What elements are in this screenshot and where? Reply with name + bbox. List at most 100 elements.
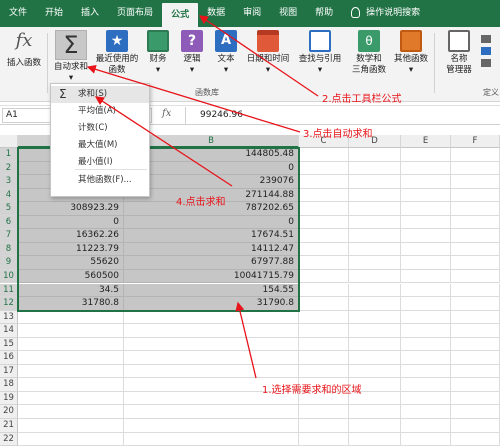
table-cell[interactable] xyxy=(401,188,451,203)
select-all-corner[interactable] xyxy=(0,135,18,148)
table-cell[interactable] xyxy=(349,297,401,311)
table-cell[interactable] xyxy=(124,432,299,446)
table-cell[interactable] xyxy=(349,161,401,176)
row-header[interactable]: 19 xyxy=(0,391,18,406)
row-header[interactable]: 10 xyxy=(0,269,18,284)
table-cell[interactable] xyxy=(299,297,349,311)
table-cell[interactable] xyxy=(451,378,500,392)
table-cell[interactable] xyxy=(299,283,349,298)
menu-item-count[interactable]: 计数(C) xyxy=(51,120,149,137)
table-cell[interactable] xyxy=(401,419,451,433)
more-functions-button[interactable]: 其他函数 ▾ xyxy=(391,30,431,76)
table-cell[interactable] xyxy=(451,297,500,311)
tab-page-layout[interactable]: 页面布局 xyxy=(108,0,162,27)
row-header[interactable]: 21 xyxy=(0,419,18,433)
table-cell[interactable] xyxy=(349,324,401,338)
logical-button[interactable]: ? 逻辑 ▾ xyxy=(177,30,207,76)
table-cell[interactable] xyxy=(451,405,500,419)
table-cell[interactable] xyxy=(299,229,349,243)
table-cell[interactable] xyxy=(451,283,500,298)
tab-formulas[interactable]: 公式 xyxy=(162,3,199,27)
row-header[interactable]: 16 xyxy=(0,351,18,365)
text-button[interactable]: A 文本 ▾ xyxy=(211,30,241,76)
table-cell[interactable] xyxy=(299,269,349,284)
column-header-f[interactable]: F xyxy=(451,135,500,148)
table-cell[interactable] xyxy=(451,256,500,270)
math-trig-button[interactable]: θ 数学和 三角函数 xyxy=(349,30,389,76)
row-header[interactable]: 17 xyxy=(0,364,18,379)
table-cell[interactable] xyxy=(401,324,451,338)
table-cell[interactable] xyxy=(124,324,299,338)
row-header[interactable]: 11 xyxy=(0,283,18,298)
table-cell[interactable] xyxy=(349,351,401,365)
table-cell[interactable] xyxy=(18,337,124,352)
table-cell[interactable] xyxy=(349,202,401,216)
tab-file[interactable]: 文件 xyxy=(0,0,36,27)
row-header[interactable]: 3 xyxy=(0,175,18,189)
tab-view[interactable]: 视图 xyxy=(270,0,306,27)
row-header[interactable]: 4 xyxy=(0,188,18,203)
table-cell[interactable] xyxy=(401,148,451,162)
table-cell[interactable] xyxy=(401,310,451,325)
name-manager-button[interactable]: 名称 管理器 xyxy=(440,30,478,76)
table-cell[interactable] xyxy=(18,419,124,433)
tell-me-search[interactable]: 操作说明搜索 xyxy=(342,0,429,27)
table-cell[interactable] xyxy=(451,229,500,243)
table-cell[interactable] xyxy=(299,175,349,189)
table-cell[interactable] xyxy=(401,215,451,230)
table-cell[interactable] xyxy=(299,310,349,325)
table-cell[interactable] xyxy=(349,364,401,379)
menu-item-max[interactable]: 最大值(M) xyxy=(51,137,149,154)
table-cell[interactable] xyxy=(401,364,451,379)
table-cell[interactable] xyxy=(299,148,349,162)
table-cell[interactable] xyxy=(451,175,500,189)
table-cell[interactable] xyxy=(299,188,349,203)
table-cell[interactable] xyxy=(349,337,401,352)
table-cell[interactable] xyxy=(451,351,500,365)
table-cell[interactable] xyxy=(451,242,500,257)
table-cell[interactable] xyxy=(349,242,401,257)
tab-insert[interactable]: 插入 xyxy=(72,0,108,27)
table-cell[interactable] xyxy=(401,432,451,446)
table-cell[interactable] xyxy=(299,432,349,446)
table-cell[interactable] xyxy=(401,256,451,270)
row-header[interactable]: 1 xyxy=(0,148,18,162)
fx-icon[interactable]: fx xyxy=(162,108,171,119)
table-cell[interactable] xyxy=(349,229,401,243)
table-cell[interactable] xyxy=(18,391,124,406)
table-cell[interactable] xyxy=(451,391,500,406)
table-cell[interactable] xyxy=(18,378,124,392)
row-header[interactable]: 9 xyxy=(0,256,18,270)
table-cell[interactable] xyxy=(401,405,451,419)
table-cell[interactable] xyxy=(18,364,124,379)
table-cell[interactable] xyxy=(299,202,349,216)
row-header[interactable]: 5 xyxy=(0,202,18,216)
table-cell[interactable] xyxy=(401,378,451,392)
tab-help[interactable]: 帮助 xyxy=(306,0,342,27)
table-cell[interactable] xyxy=(18,432,124,446)
table-cell[interactable] xyxy=(349,269,401,284)
table-cell[interactable] xyxy=(451,202,500,216)
row-header[interactable]: 15 xyxy=(0,337,18,352)
table-cell[interactable] xyxy=(299,351,349,365)
tab-home[interactable]: 开始 xyxy=(36,0,72,27)
row-header[interactable]: 18 xyxy=(0,378,18,392)
table-cell[interactable] xyxy=(451,310,500,325)
table-cell[interactable] xyxy=(451,161,500,176)
table-cell[interactable] xyxy=(349,419,401,433)
table-cell[interactable] xyxy=(349,175,401,189)
table-cell[interactable] xyxy=(299,324,349,338)
table-cell[interactable] xyxy=(451,148,500,162)
table-cell[interactable] xyxy=(124,405,299,419)
financial-button[interactable]: 财务 ▾ xyxy=(143,30,173,76)
define-name-buttons[interactable] xyxy=(481,35,493,77)
row-header[interactable]: 7 xyxy=(0,229,18,243)
table-cell[interactable] xyxy=(451,215,500,230)
table-cell[interactable] xyxy=(124,364,299,379)
row-header[interactable]: 13 xyxy=(0,310,18,325)
table-cell[interactable] xyxy=(299,405,349,419)
table-cell[interactable] xyxy=(401,269,451,284)
table-cell[interactable] xyxy=(299,161,349,176)
table-cell[interactable] xyxy=(299,364,349,379)
table-cell[interactable] xyxy=(124,351,299,365)
